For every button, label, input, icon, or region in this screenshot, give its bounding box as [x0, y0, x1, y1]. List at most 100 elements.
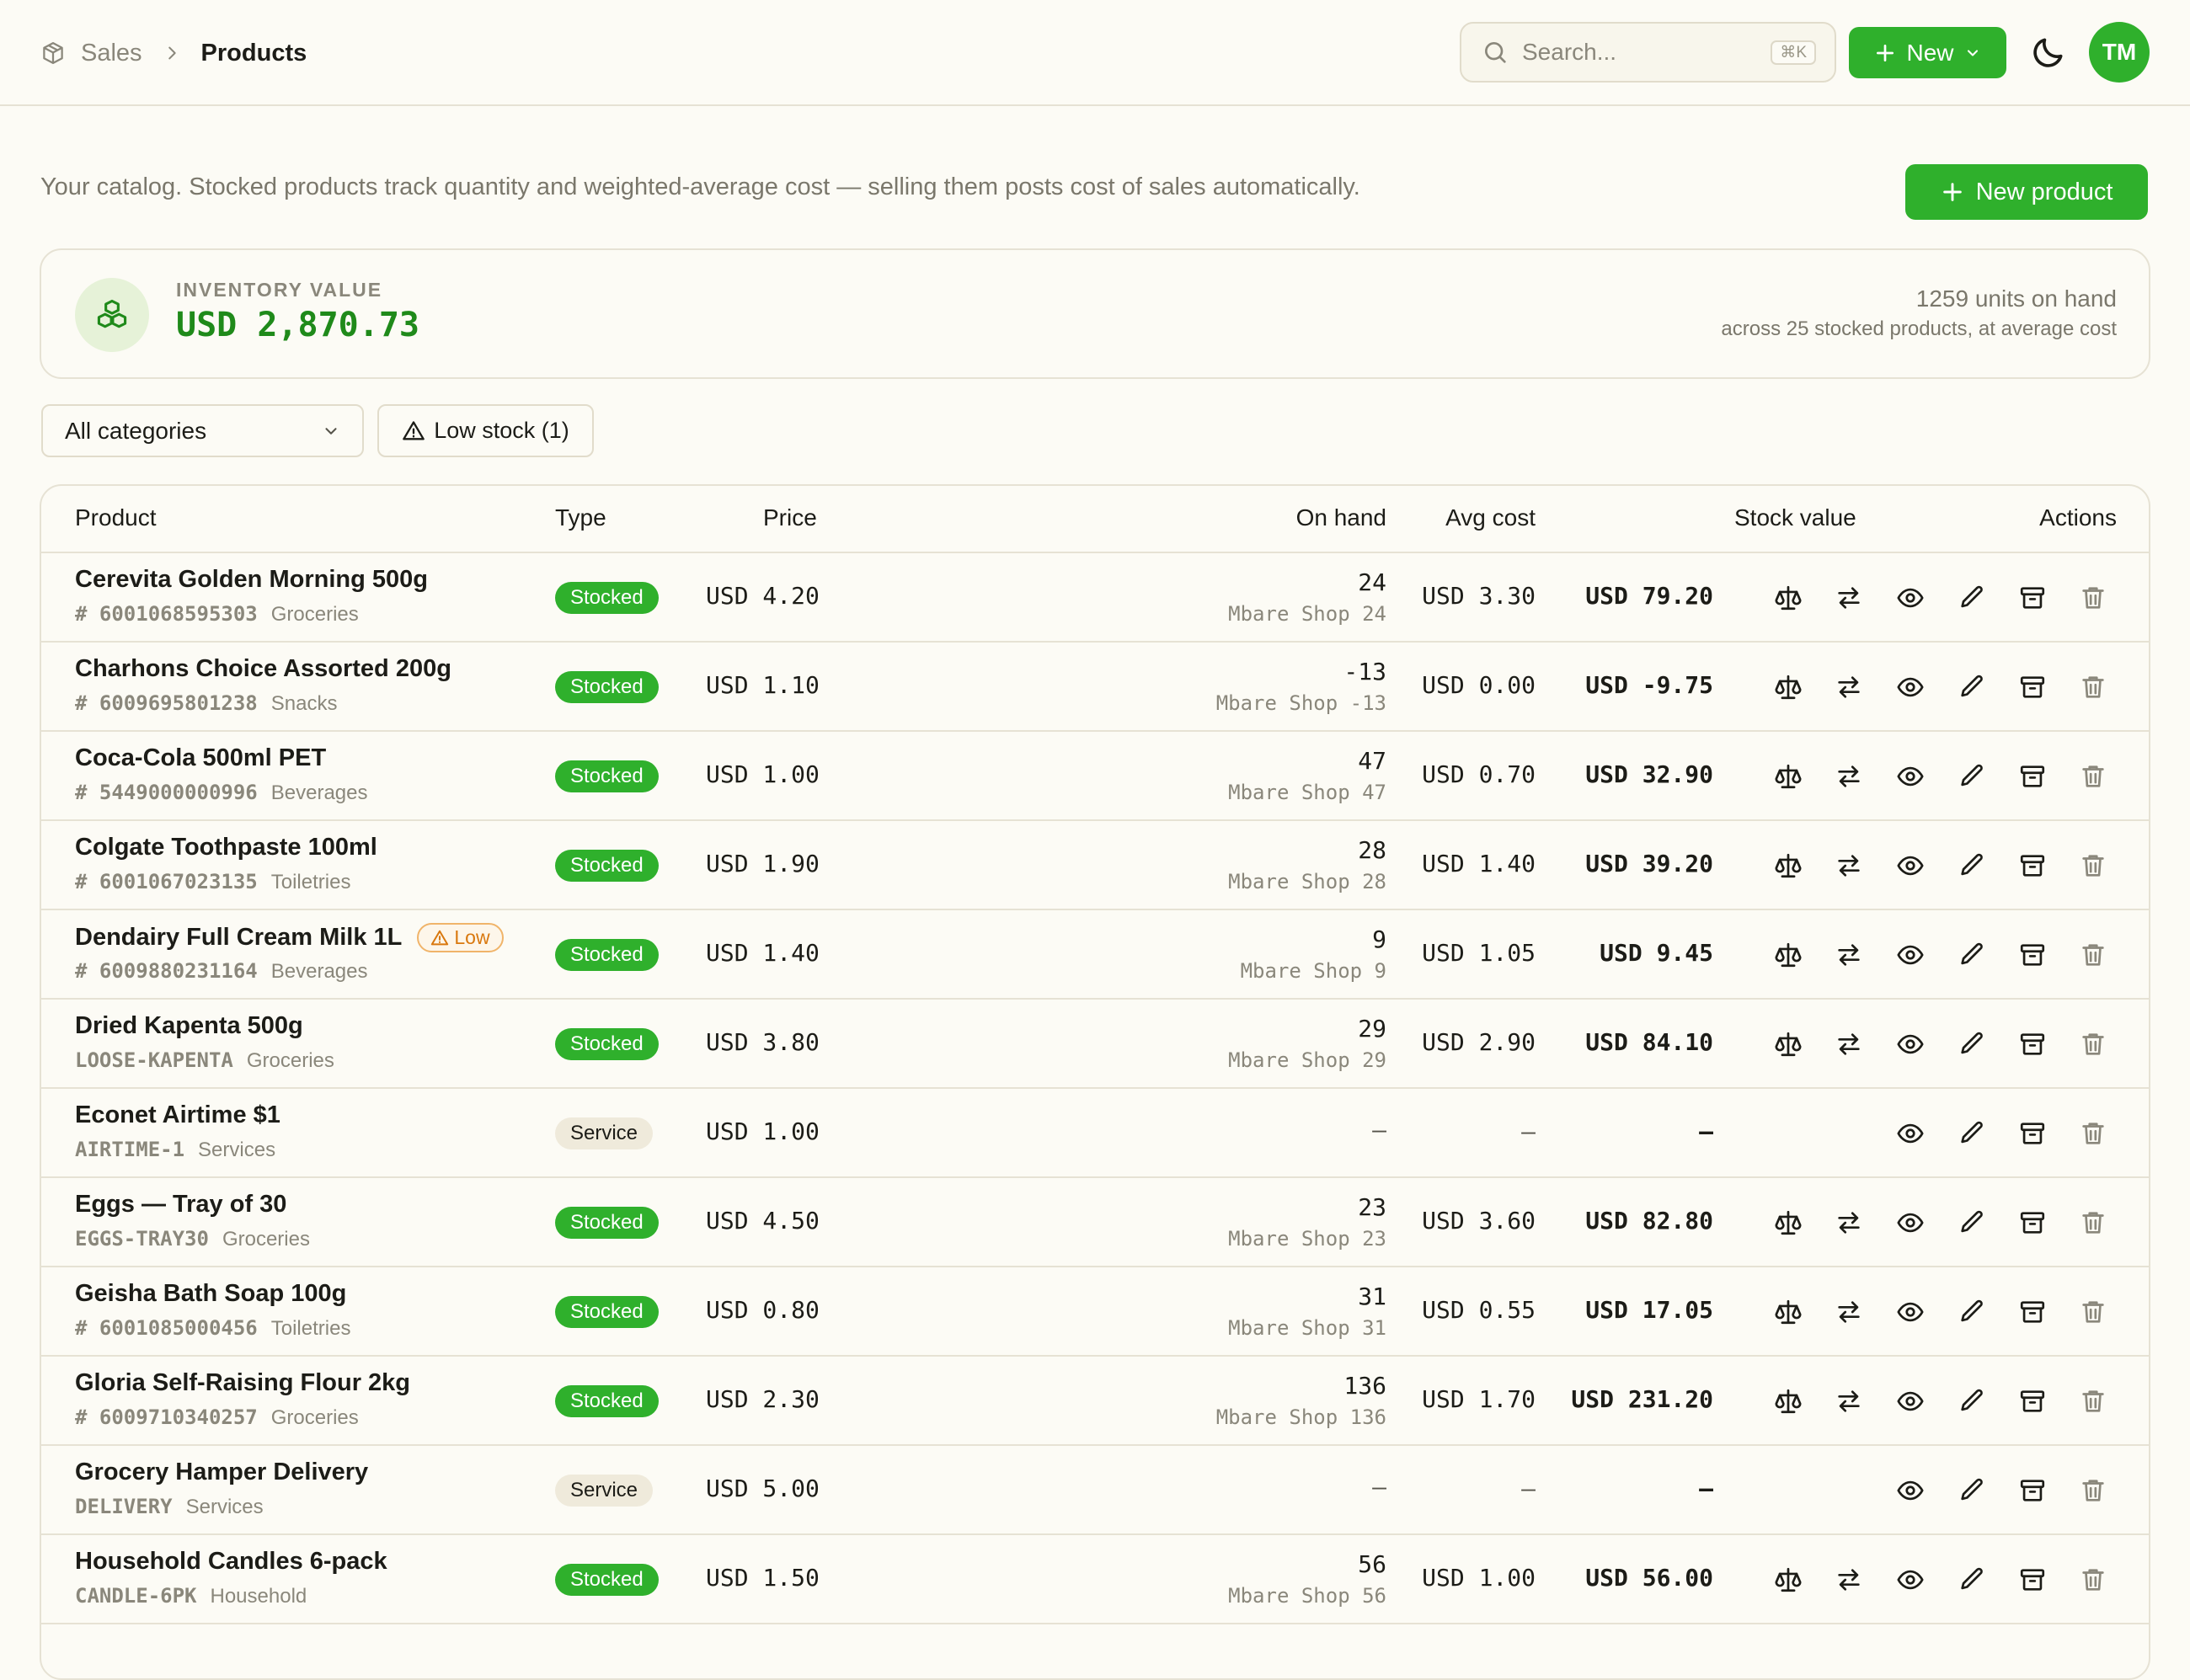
adjust-stock-button[interactable] — [1771, 670, 1805, 704]
edit-button[interactable] — [1955, 1384, 1989, 1418]
delete-button[interactable] — [2076, 849, 2110, 883]
adjust-stock-button[interactable] — [1771, 938, 1805, 972]
transfer-button[interactable] — [1832, 1563, 1866, 1597]
product-name[interactable]: Household Candles 6-pack — [75, 1548, 387, 1576]
column-avg-cost[interactable]: Avg cost — [1445, 504, 1536, 531]
archive-button[interactable] — [2016, 1295, 2049, 1329]
view-button[interactable] — [1894, 1563, 1927, 1597]
edit-button[interactable] — [1955, 1117, 1989, 1150]
adjust-stock-button[interactable] — [1771, 849, 1805, 883]
column-type[interactable]: Type — [555, 504, 606, 531]
product-name[interactable]: Coca-Cola 500ml PET — [75, 744, 326, 772]
product-meta: # 5449000000996 Beverages — [75, 781, 368, 805]
product-name[interactable]: Cerevita Golden Morning 500g — [75, 566, 428, 594]
breadcrumb-root[interactable]: Sales — [81, 40, 142, 67]
archive-button[interactable] — [2016, 760, 2049, 793]
view-button[interactable] — [1894, 581, 1927, 615]
adjust-stock-button[interactable] — [1771, 1027, 1805, 1061]
transfer-button[interactable] — [1832, 760, 1866, 793]
delete-button[interactable] — [2076, 938, 2110, 972]
view-button[interactable] — [1894, 938, 1927, 972]
edit-button[interactable] — [1955, 1563, 1989, 1597]
archive-button[interactable] — [2016, 1117, 2049, 1150]
delete-button[interactable] — [2076, 1117, 2110, 1150]
column-product[interactable]: Product — [75, 504, 157, 531]
edit-button[interactable] — [1955, 581, 1989, 615]
delete-button[interactable] — [2076, 1563, 2110, 1597]
edit-button[interactable] — [1955, 760, 1989, 793]
column-price[interactable]: Price — [763, 504, 817, 531]
delete-button[interactable] — [2076, 1384, 2110, 1418]
view-button[interactable] — [1894, 1384, 1927, 1418]
delete-button[interactable] — [2076, 1474, 2110, 1507]
transfer-button[interactable] — [1832, 938, 1866, 972]
delete-button[interactable] — [2076, 1206, 2110, 1240]
product-name[interactable]: Dried Kapenta 500g — [75, 1012, 303, 1040]
on-hand-cell: – — [1372, 1473, 1386, 1501]
product-name[interactable]: Geisha Bath Soap 100g — [75, 1280, 346, 1308]
product-name[interactable]: Charhons Choice Assorted 200g — [75, 655, 451, 683]
transfer-button[interactable] — [1832, 849, 1866, 883]
archive-button[interactable] — [2016, 1027, 2049, 1061]
product-name[interactable]: Econet Airtime $1 — [75, 1101, 280, 1129]
edit-button[interactable] — [1955, 1474, 1989, 1507]
archive-button[interactable] — [2016, 581, 2049, 615]
edit-button[interactable] — [1955, 670, 1989, 704]
product-name[interactable]: Grocery Hamper Delivery — [75, 1459, 368, 1486]
edit-button[interactable] — [1955, 1295, 1989, 1329]
view-button[interactable] — [1894, 1027, 1927, 1061]
edit-button[interactable] — [1955, 1206, 1989, 1240]
view-button[interactable] — [1894, 760, 1927, 793]
view-button[interactable] — [1894, 1474, 1927, 1507]
edit-button[interactable] — [1955, 1027, 1989, 1061]
edit-button[interactable] — [1955, 938, 1989, 972]
search-box[interactable]: ⌘K — [1460, 22, 1836, 83]
column-stock-value[interactable]: Stock value — [1734, 504, 1856, 531]
view-button[interactable] — [1894, 1295, 1927, 1329]
archive-button[interactable] — [2016, 670, 2049, 704]
archive-button[interactable] — [2016, 1474, 2049, 1507]
column-on-hand[interactable]: On hand — [1296, 504, 1386, 531]
delete-button[interactable] — [2076, 760, 2110, 793]
adjust-stock-button[interactable] — [1771, 581, 1805, 615]
delete-button[interactable] — [2076, 1027, 2110, 1061]
adjust-stock-button[interactable] — [1771, 1563, 1805, 1597]
plus-icon — [1874, 42, 1896, 64]
transfer-button[interactable] — [1832, 1384, 1866, 1418]
adjust-stock-button[interactable] — [1771, 1295, 1805, 1329]
adjust-stock-button[interactable] — [1771, 760, 1805, 793]
view-button[interactable] — [1894, 1117, 1927, 1150]
view-button[interactable] — [1894, 849, 1927, 883]
delete-button[interactable] — [2076, 581, 2110, 615]
low-stock-filter-button[interactable]: Low stock (1) — [377, 404, 594, 457]
view-button[interactable] — [1894, 1206, 1927, 1240]
product-name[interactable]: Gloria Self-Raising Flour 2kg — [75, 1369, 410, 1397]
archive-button[interactable] — [2016, 1563, 2049, 1597]
archive-button[interactable] — [2016, 1384, 2049, 1418]
adjust-stock-button[interactable] — [1771, 1384, 1805, 1418]
transfer-button[interactable] — [1832, 581, 1866, 615]
view-button[interactable] — [1894, 670, 1927, 704]
archive-button[interactable] — [2016, 849, 2049, 883]
transfer-button[interactable] — [1832, 1295, 1866, 1329]
product-name[interactable]: Eggs — Tray of 30 — [75, 1191, 286, 1219]
archive-button[interactable] — [2016, 938, 2049, 972]
delete-button[interactable] — [2076, 670, 2110, 704]
product-name[interactable]: Dendairy Full Cream Milk 1L — [75, 924, 402, 952]
adjust-stock-button[interactable] — [1771, 1206, 1805, 1240]
avatar[interactable]: TM — [2089, 22, 2150, 83]
new-dropdown-button[interactable]: New — [1849, 27, 2006, 78]
transfer-button[interactable] — [1832, 670, 1866, 704]
archive-button[interactable] — [2016, 1206, 2049, 1240]
transfer-button[interactable] — [1832, 1206, 1866, 1240]
category-select[interactable]: All categories — [41, 404, 364, 457]
search-icon — [1482, 39, 1509, 66]
new-product-button[interactable]: New product — [1905, 164, 2148, 220]
edit-button[interactable] — [1955, 849, 1989, 883]
moon-icon[interactable] — [2030, 34, 2067, 71]
transfer-button[interactable] — [1832, 1027, 1866, 1061]
product-name[interactable]: Colgate Toothpaste 100ml — [75, 834, 377, 861]
delete-button[interactable] — [2076, 1295, 2110, 1329]
search-input[interactable] — [1520, 38, 1760, 67]
eye-icon — [1896, 1208, 1925, 1237]
